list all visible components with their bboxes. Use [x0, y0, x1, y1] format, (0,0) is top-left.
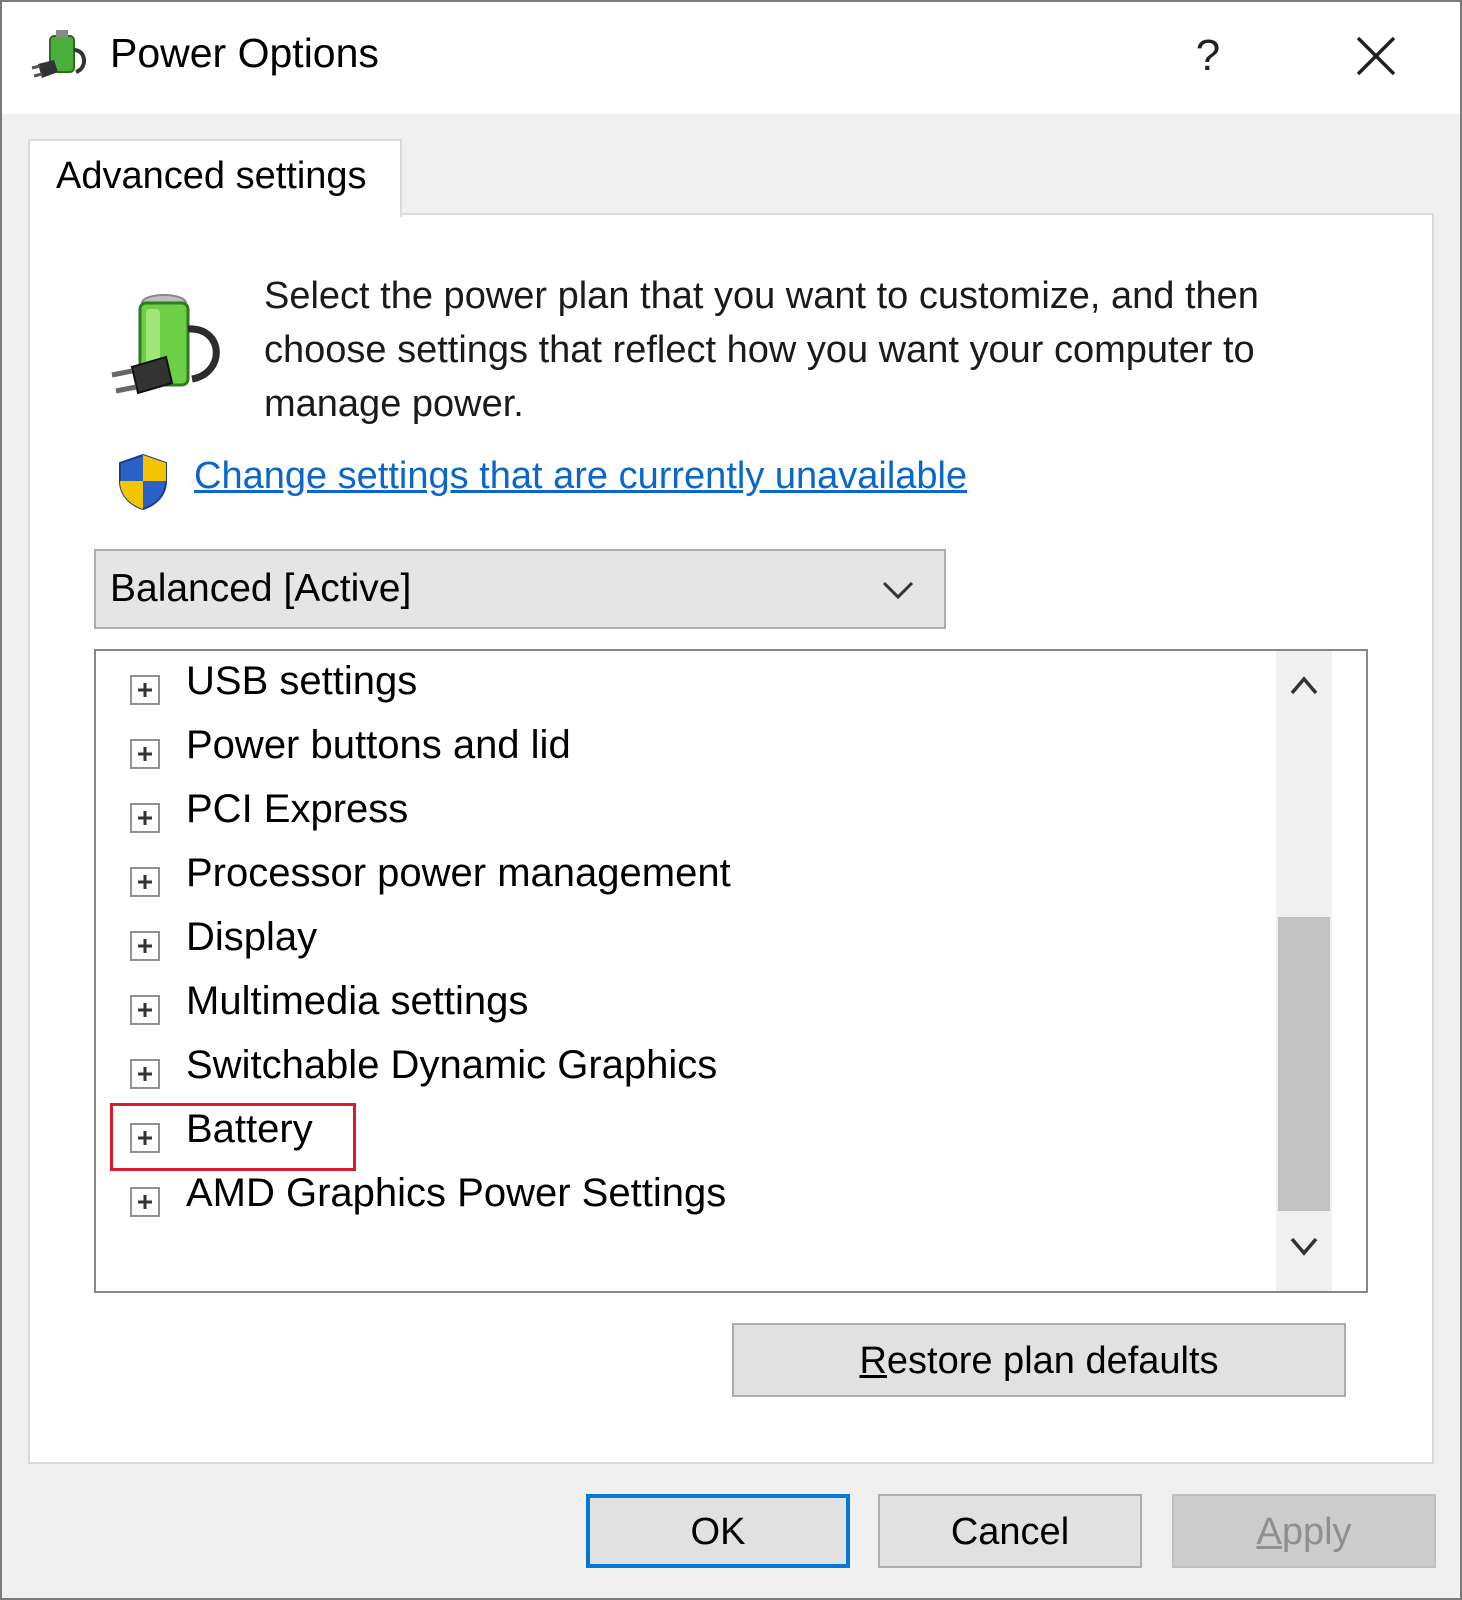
battery-highlight-box [110, 1103, 356, 1171]
panel-description: Select the power plan that you want to c… [264, 275, 1259, 425]
tree-item-label: Multimedia settings [186, 979, 529, 1023]
plus-box-icon[interactable] [130, 803, 160, 833]
tree-item-label: Power buttons and lid [186, 723, 571, 767]
chevron-down-icon [882, 581, 914, 600]
plus-box-icon[interactable] [130, 867, 160, 897]
apply-button[interactable]: Apply [1172, 1494, 1436, 1568]
plus-box-icon[interactable] [130, 1187, 160, 1217]
scrollbar-thumb[interactable] [1278, 917, 1330, 1211]
restore-label: estore plan defaults [886, 1340, 1219, 1382]
apply-label: pply [1281, 1511, 1352, 1553]
tree-item-label: PCI Express [186, 787, 409, 831]
ok-button[interactable]: OK [586, 1494, 850, 1568]
apply-accel-key: A [1256, 1511, 1282, 1553]
plus-box-icon[interactable] [130, 739, 160, 769]
help-button[interactable]: ? [1172, 26, 1244, 86]
power-options-dialog: Power Options ? Advanced settings Select… [0, 0, 1462, 1600]
plus-box-icon[interactable] [130, 931, 160, 961]
change-unavailable-settings-link[interactable]: Change settings that are currently unava… [194, 455, 967, 498]
power-plan-value: Balanced [Active] [110, 567, 412, 610]
plus-box-icon[interactable] [130, 675, 160, 705]
plus-box-icon[interactable] [130, 1059, 160, 1089]
settings-tree[interactable]: USB settings Power buttons and lid PCI E… [94, 649, 1368, 1293]
tree-scrollbar[interactable] [1276, 651, 1332, 1291]
window-title: Power Options [110, 30, 379, 76]
plus-box-icon[interactable] [130, 995, 160, 1025]
tab-advanced-settings[interactable]: Advanced settings [28, 139, 402, 217]
restore-plan-defaults-button[interactable]: Restore plan defaults [732, 1323, 1346, 1397]
chevron-down-icon[interactable] [1288, 1233, 1320, 1259]
uac-shield-icon [119, 453, 167, 511]
tree-item-label: AMD Graphics Power Settings [186, 1171, 727, 1215]
cancel-button[interactable]: Cancel [878, 1494, 1142, 1568]
title-bar: Power Options ? [2, 2, 1460, 114]
restore-accel-key: R [859, 1340, 887, 1382]
tree-item-label: Switchable Dynamic Graphics [186, 1043, 718, 1087]
advanced-settings-panel: Select the power plan that you want to c… [28, 213, 1434, 1464]
tree-item-label: Processor power management [186, 851, 731, 895]
tree-item-label: USB settings [186, 659, 418, 703]
battery-plug-icon [111, 294, 220, 395]
power-plan-dropdown[interactable]: Balanced [Active] [94, 549, 946, 629]
chevron-up-icon[interactable] [1288, 673, 1320, 699]
close-icon[interactable] [1340, 20, 1412, 92]
tree-item-label: Display [186, 915, 318, 959]
tab-label: Advanced settings [56, 155, 367, 197]
power-options-icon [31, 30, 86, 78]
